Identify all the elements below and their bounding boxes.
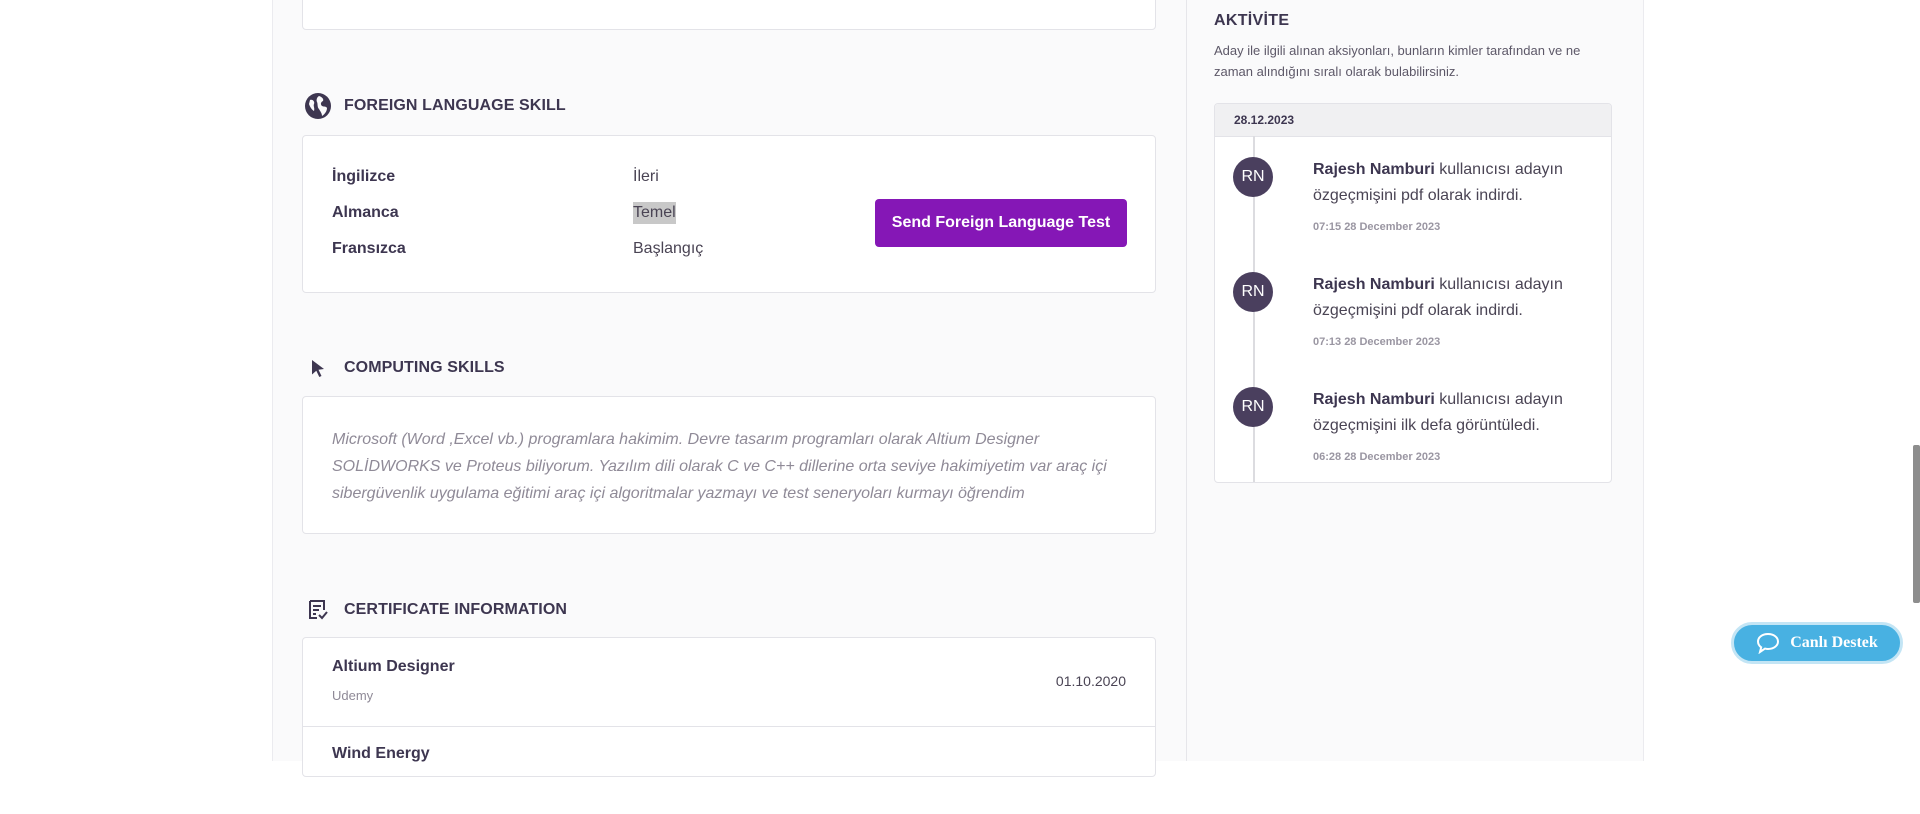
activity-panel: AKTİVİTE Aday ile ilgili alınan aksiyonl… (1186, 0, 1642, 514)
activity-text: Rajesh Namburi kullanıcısı adayın özgeçm… (1313, 387, 1603, 439)
language-level: Temel (633, 202, 676, 224)
language-row: Fransızca Başlangıç (332, 238, 703, 260)
language-row: İngilizce İleri (332, 166, 659, 188)
avatar: RN (1233, 387, 1273, 427)
cursor-icon (302, 352, 334, 384)
language-level: Başlangıç (633, 240, 704, 257)
page-scrollbar[interactable] (1913, 445, 1920, 603)
activity-time: 07:15 28 December 2023 (1313, 221, 1441, 233)
certificate-row: Altium Designer Udemy 01.10.2020 (303, 638, 1155, 727)
activity-user: Rajesh Namburi (1313, 276, 1435, 293)
activity-date-group: 28.12.2023 (1215, 104, 1611, 137)
activity-user: Rajesh Namburi (1313, 391, 1435, 408)
language-name: Fransızca (332, 240, 406, 257)
avatar: RN (1233, 272, 1273, 312)
certificate-issuer: Udemy (332, 688, 374, 703)
globe-icon (302, 90, 334, 122)
certificate-icon (302, 594, 334, 626)
activity-time: 06:28 28 December 2023 (1313, 451, 1441, 463)
chat-bubble-icon (1756, 632, 1780, 654)
activity-text: Rajesh Namburi kullanıcısı adayın özgeçm… (1313, 157, 1603, 209)
language-section-header: FOREIGN LANGUAGE SKILL (302, 90, 566, 122)
live-support-button[interactable]: Canlı Destek (1731, 622, 1903, 664)
activity-text: Rajesh Namburi kullanıcısı adayın özgeçm… (1313, 272, 1603, 324)
activity-description: Aday ile ilgili alınan aksiyonları, bunl… (1214, 43, 1581, 79)
computing-skills-text: Microsoft (Word ,Excel vb.) programlara … (332, 431, 1107, 502)
language-row: Almanca Temel (332, 202, 676, 224)
certificate-date: 01.10.2020 (1055, 673, 1126, 689)
language-level: İleri (633, 168, 659, 185)
computing-section-title: COMPUTING SKILLS (344, 359, 505, 376)
computing-card: Microsoft (Word ,Excel vb.) programlara … (302, 396, 1156, 534)
certificate-card: Altium Designer Udemy 01.10.2020 Wind En… (302, 637, 1156, 777)
activity-timeline: 28.12.2023 RN Rajesh Namburi kullanıcısı… (1214, 103, 1612, 483)
activity-user: Rajesh Namburi (1313, 161, 1435, 178)
language-card: İngilizce İleri Almanca Temel Fransızca … (302, 135, 1156, 293)
certificate-title: Altium Designer (332, 658, 455, 675)
activity-time: 07:13 28 December 2023 (1313, 336, 1441, 348)
language-name: Almanca (332, 204, 399, 221)
certificate-row: Wind Energy (303, 726, 1155, 814)
language-section-title: FOREIGN LANGUAGE SKILL (344, 97, 566, 114)
certificate-title: Wind Energy (332, 745, 430, 762)
previous-section-card (302, 0, 1156, 30)
send-language-test-button[interactable]: Send Foreign Language Test (875, 199, 1127, 247)
live-support-label: Canlı Destek (1790, 634, 1878, 651)
main-content: FOREIGN LANGUAGE SKILL İngilizce İleri A… (302, 0, 1156, 777)
computing-section-header: COMPUTING SKILLS (302, 352, 505, 384)
sidebar-lower (1186, 513, 1642, 761)
avatar: RN (1233, 157, 1273, 197)
language-name: İngilizce (332, 168, 396, 185)
certificate-section-title: CERTIFICATE INFORMATION (344, 601, 568, 618)
activity-title: AKTİVİTE (1214, 12, 1290, 29)
certificate-section-header: CERTIFICATE INFORMATION (302, 594, 567, 626)
